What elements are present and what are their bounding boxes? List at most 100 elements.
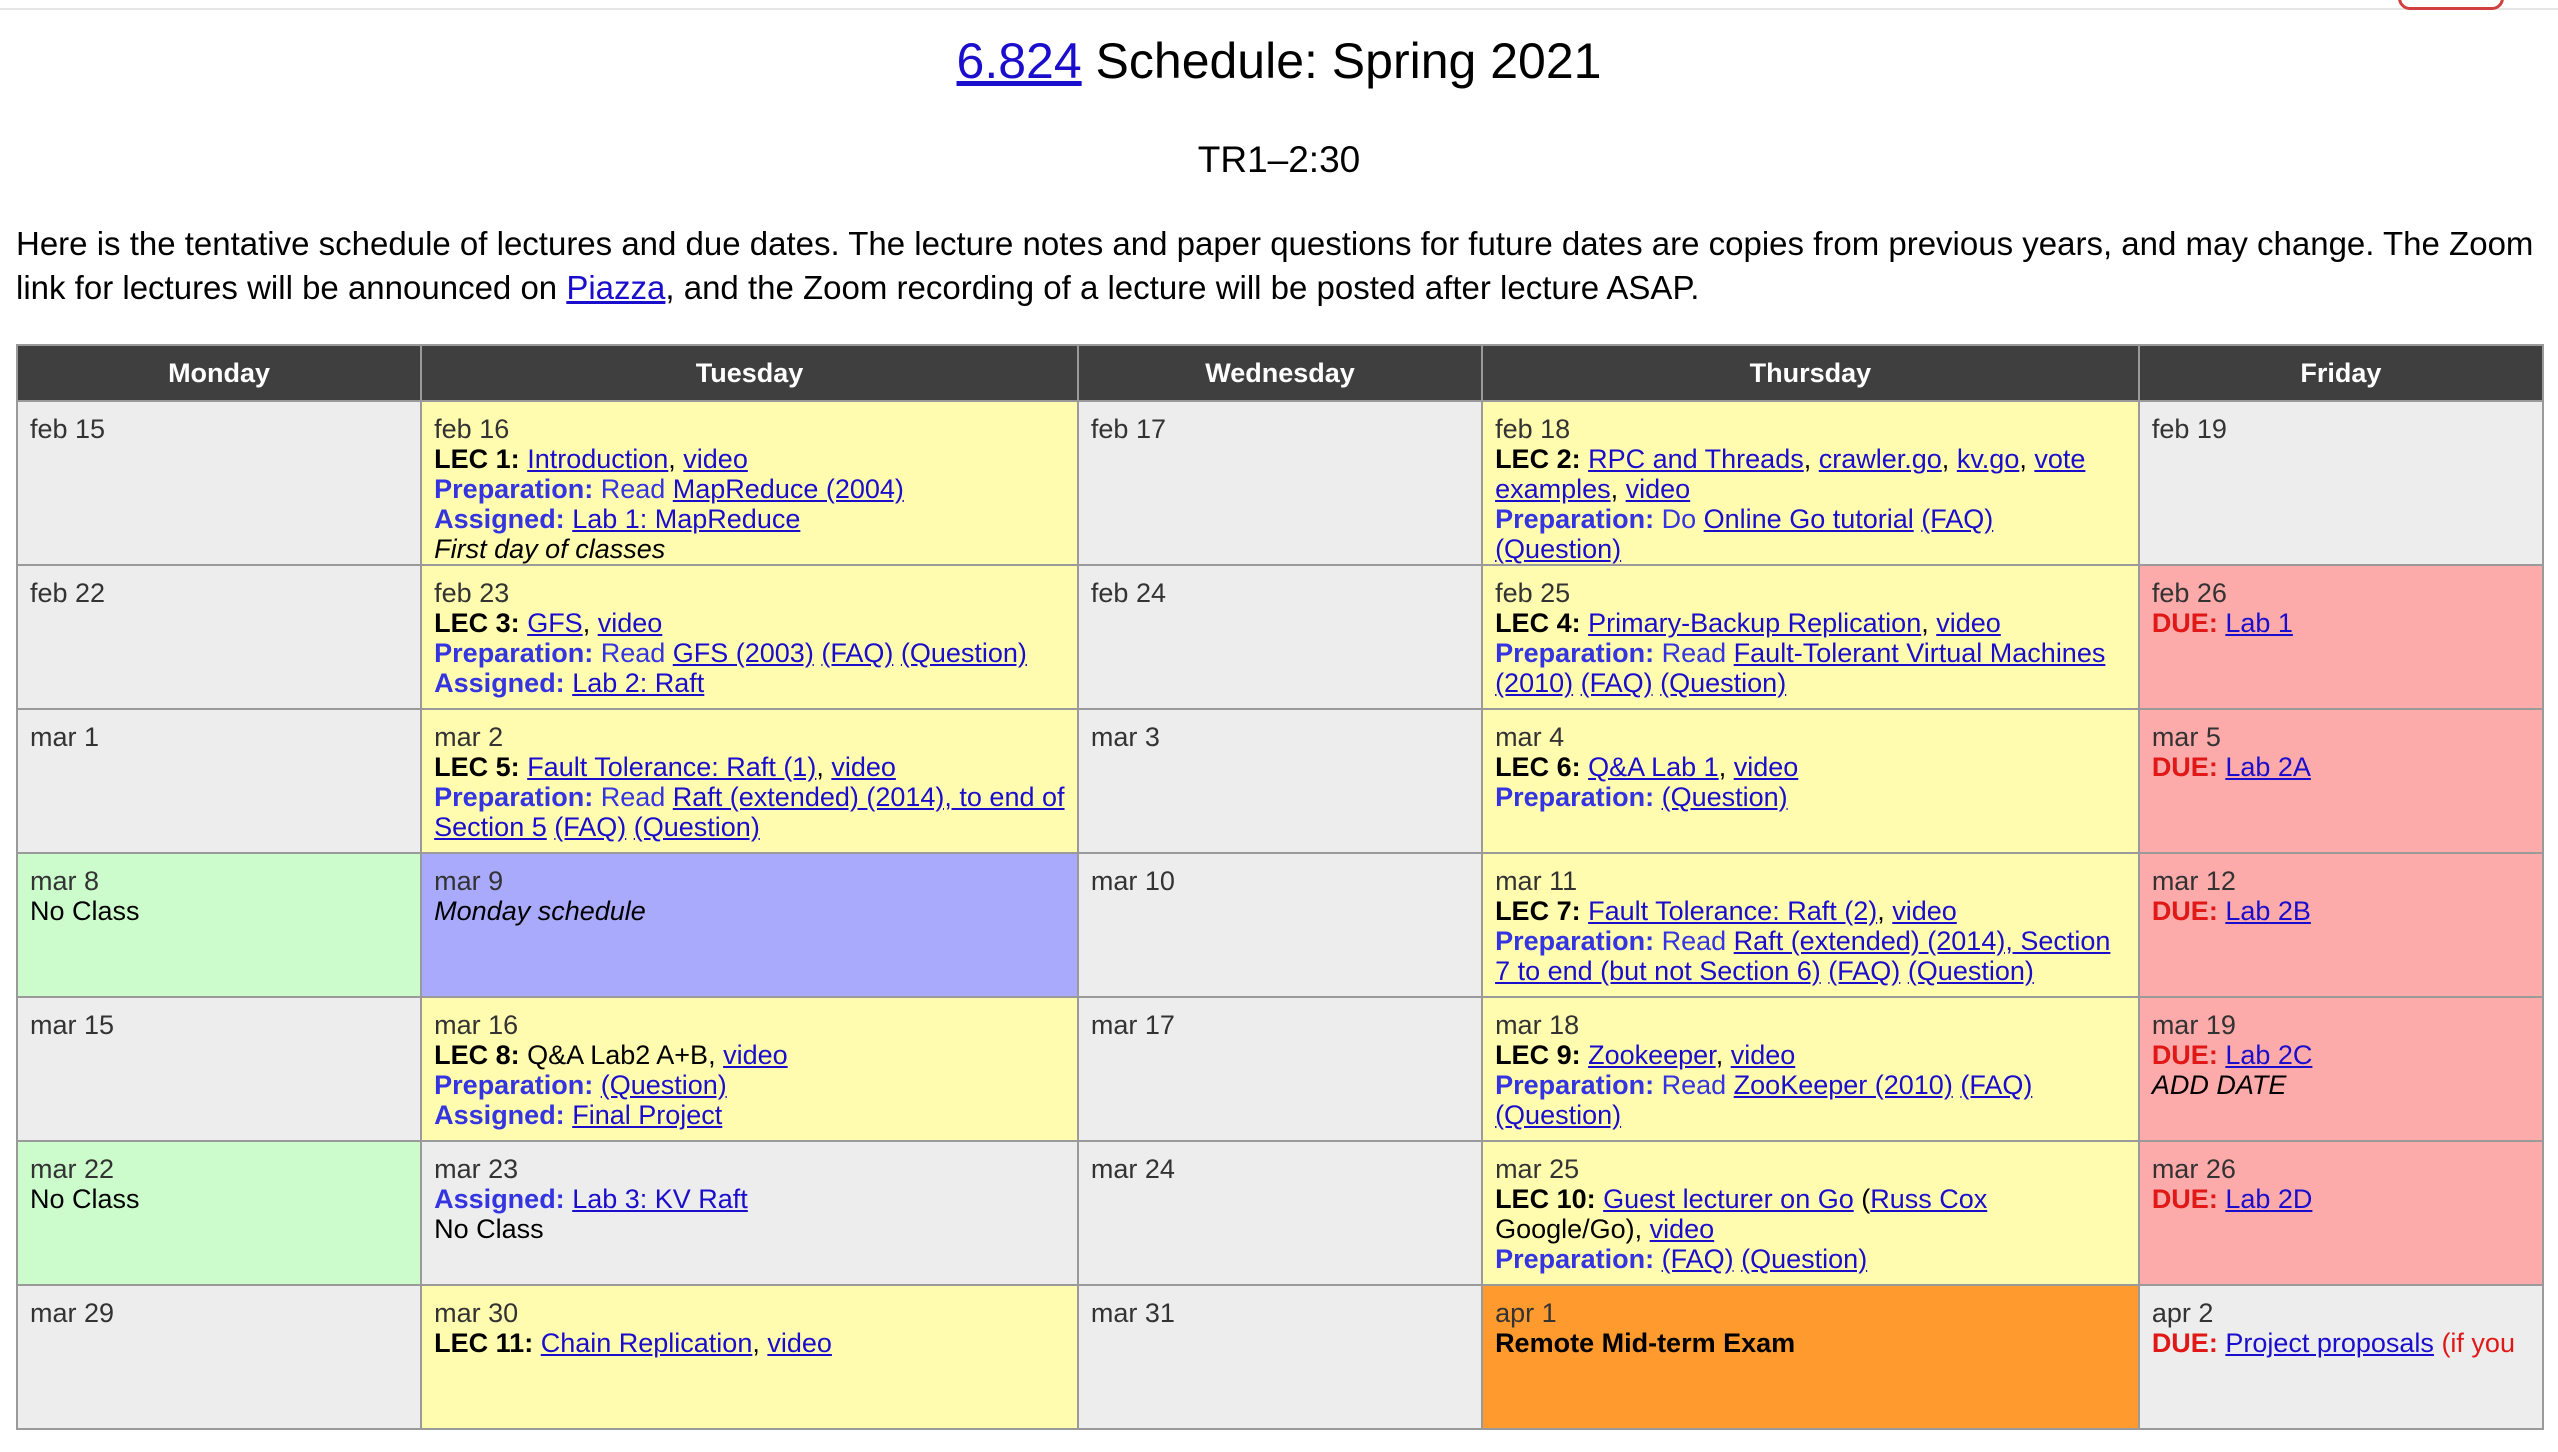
cell-mar16: mar 16 LEC 8: Q&A Lab2 A+B, video Prepar… bbox=[420, 996, 1079, 1142]
reading-link[interactable]: MapReduce (2004) bbox=[673, 474, 904, 504]
speaker-link[interactable]: Russ Cox bbox=[1870, 1184, 1987, 1214]
lecture-link[interactable]: Fault Tolerance: Raft (2) bbox=[1588, 896, 1877, 926]
due-label: DUE: bbox=[2151, 1328, 2218, 1358]
cell-feb25: feb 25 LEC 4: Primary-Backup Replication… bbox=[1481, 564, 2140, 710]
question-link[interactable]: (Question) bbox=[601, 1070, 727, 1100]
question-link[interactable]: (Question) bbox=[1908, 956, 2034, 986]
code-link[interactable]: crawler.go bbox=[1819, 444, 1942, 474]
preparation-text: Read bbox=[593, 474, 673, 504]
faq-link[interactable]: (FAQ) bbox=[1828, 956, 1900, 986]
table-row: mar 29 mar 30 LEC 11: Chain Replication,… bbox=[15, 1284, 2545, 1430]
header-monday: Monday bbox=[15, 344, 423, 402]
separator: , bbox=[668, 444, 684, 474]
cell-feb23: feb 23 LEC 3: GFS, video Preparation: Re… bbox=[420, 564, 1079, 710]
lecture-label: LEC 11: bbox=[434, 1328, 534, 1358]
separator: , bbox=[1715, 1040, 1731, 1070]
lecture-link[interactable]: Primary-Backup Replication bbox=[1588, 608, 1921, 638]
video-link[interactable]: video bbox=[723, 1040, 788, 1070]
faq-link[interactable]: (FAQ) bbox=[821, 638, 893, 668]
video-link[interactable]: video bbox=[683, 444, 748, 474]
piazza-link[interactable]: Piazza bbox=[566, 269, 665, 306]
question-link[interactable]: (Question) bbox=[1662, 782, 1788, 812]
video-link[interactable]: video bbox=[1734, 752, 1799, 782]
video-link[interactable]: video bbox=[767, 1328, 832, 1358]
preparation-text: Do bbox=[1654, 504, 1704, 534]
lecture-link[interactable]: Chain Replication bbox=[541, 1328, 753, 1358]
cell-mar1: mar 1 bbox=[15, 708, 423, 854]
page-title: 6.824 Schedule: Spring 2021 bbox=[0, 26, 2558, 96]
due-link[interactable]: Lab 2A bbox=[2225, 752, 2311, 782]
video-link[interactable]: video bbox=[1936, 608, 2001, 638]
table-row: mar 22 No Class mar 23 Assigned: Lab 3: … bbox=[15, 1140, 2545, 1286]
cell-date: mar 9 bbox=[434, 866, 504, 896]
question-link[interactable]: (Question) bbox=[1495, 534, 1621, 563]
lecture-link[interactable]: Introduction bbox=[527, 444, 668, 474]
cell-date: feb 22 bbox=[30, 578, 106, 608]
due-link[interactable]: Lab 2D bbox=[2225, 1184, 2312, 1214]
cell-date: mar 3 bbox=[1090, 722, 1160, 752]
assignment-link[interactable]: Lab 3: KV Raft bbox=[572, 1184, 748, 1214]
lecture-label: LEC 10: bbox=[1495, 1184, 1596, 1214]
code-link[interactable]: kv.go bbox=[1957, 444, 2020, 474]
lecture-link[interactable]: Guest lecturer on Go bbox=[1603, 1184, 1854, 1214]
lecture-label: LEC 1: bbox=[434, 444, 520, 474]
lecture-link[interactable]: Zookeeper bbox=[1588, 1040, 1716, 1070]
cell-feb15: feb 15 bbox=[15, 400, 423, 566]
due-link[interactable]: Lab 2B bbox=[2225, 896, 2311, 926]
due-link[interactable]: Project proposals bbox=[2225, 1328, 2434, 1358]
preparation-label: Preparation: bbox=[1495, 926, 1655, 956]
faq-link[interactable]: (FAQ) bbox=[554, 812, 626, 842]
preparation-label: Preparation: bbox=[1495, 1244, 1655, 1274]
video-link[interactable]: video bbox=[1731, 1040, 1796, 1070]
reading-link[interactable]: ZooKeeper (2010) bbox=[1734, 1070, 1953, 1100]
video-link[interactable]: video bbox=[1626, 474, 1691, 504]
faq-link[interactable]: (FAQ) bbox=[1662, 1244, 1734, 1274]
video-link[interactable]: video bbox=[1650, 1214, 1715, 1244]
cell-date: feb 15 bbox=[30, 414, 106, 444]
question-link[interactable]: (Question) bbox=[1495, 1100, 1621, 1130]
video-link[interactable]: video bbox=[1892, 896, 1957, 926]
header-friday: Friday bbox=[2137, 344, 2545, 402]
assignment-link[interactable]: Lab 2: Raft bbox=[572, 668, 704, 698]
lecture-link[interactable]: Q&A Lab 1 bbox=[1588, 752, 1719, 782]
cell-date: mar 29 bbox=[30, 1298, 115, 1328]
cell-mar18: mar 18 LEC 9: Zookeeper, video Preparati… bbox=[1481, 996, 2140, 1142]
question-link[interactable]: (Question) bbox=[1660, 668, 1786, 698]
video-link[interactable]: video bbox=[598, 608, 663, 638]
faq-link[interactable]: (FAQ) bbox=[1960, 1070, 2032, 1100]
cell-date: feb 25 bbox=[1495, 578, 1571, 608]
preparation-label: Preparation: bbox=[1495, 638, 1655, 668]
header-tuesday: Tuesday bbox=[420, 344, 1079, 402]
course-link[interactable]: 6.824 bbox=[957, 33, 1082, 89]
header-wednesday: Wednesday bbox=[1076, 344, 1484, 402]
faq-link[interactable]: (FAQ) bbox=[1581, 668, 1653, 698]
cell-date: feb 24 bbox=[1090, 578, 1166, 608]
reading-link[interactable]: GFS (2003) bbox=[673, 638, 814, 668]
lecture-link[interactable]: RPC and Threads bbox=[1588, 444, 1804, 474]
due-label: DUE: bbox=[2151, 608, 2218, 638]
lecture-label: LEC 3: bbox=[434, 608, 520, 638]
intro-text-2: , and the Zoom recording of a lecture wi… bbox=[665, 269, 1700, 306]
reading-link[interactable]: Online Go tutorial bbox=[1704, 504, 1914, 534]
due-link[interactable]: Lab 2C bbox=[2225, 1040, 2312, 1070]
lecture-link[interactable]: Fault Tolerance: Raft (1) bbox=[527, 752, 816, 782]
separator: , bbox=[752, 1328, 768, 1358]
cell-date: mar 8 bbox=[30, 866, 100, 896]
cell-date: mar 2 bbox=[434, 722, 504, 752]
cell-date: mar 5 bbox=[2151, 722, 2221, 752]
top-button-edge[interactable] bbox=[2398, 0, 2504, 10]
cell-date: mar 19 bbox=[2151, 1010, 2236, 1040]
lecture-link[interactable]: GFS bbox=[527, 608, 583, 638]
cell-feb26: feb 26 DUE: Lab 1 bbox=[2137, 564, 2545, 710]
cell-mar15: mar 15 bbox=[15, 996, 423, 1142]
assignment-link[interactable]: Final Project bbox=[572, 1100, 722, 1130]
assignment-link[interactable]: Lab 1: MapReduce bbox=[572, 504, 800, 534]
due-link[interactable]: Lab 1 bbox=[2225, 608, 2293, 638]
cell-mar11: mar 11 LEC 7: Fault Tolerance: Raft (2),… bbox=[1481, 852, 2140, 998]
question-link[interactable]: (Question) bbox=[1741, 1244, 1867, 1274]
faq-link[interactable]: (FAQ) bbox=[1921, 504, 1993, 534]
separator: , bbox=[1803, 444, 1819, 474]
question-link[interactable]: (Question) bbox=[901, 638, 1027, 668]
question-link[interactable]: (Question) bbox=[634, 812, 760, 842]
video-link[interactable]: video bbox=[831, 752, 896, 782]
